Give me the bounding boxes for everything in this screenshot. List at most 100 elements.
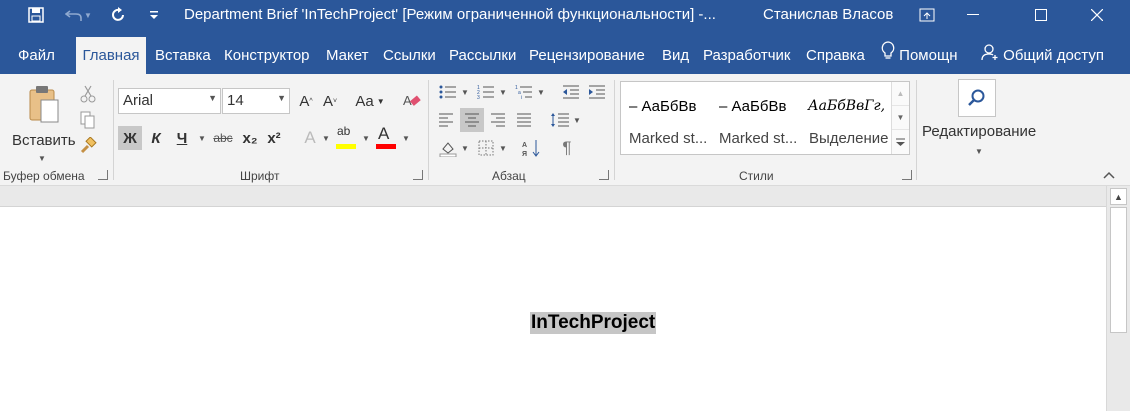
gallery-more-icon[interactable] (892, 130, 909, 154)
editing-label[interactable]: Редактирование (922, 123, 1036, 140)
lightbulb-icon (881, 38, 895, 75)
gallery-down-icon[interactable]: ▼ (892, 106, 909, 130)
styles-group-label: Стили (739, 169, 774, 183)
multilevel-list-icon[interactable]: 1ai (512, 80, 536, 104)
close-icon[interactable] (1074, 0, 1120, 30)
customize-qat-icon[interactable] (140, 0, 168, 30)
text-effects-button[interactable]: A (298, 126, 322, 150)
line-spacing-dropdown-icon[interactable]: ▼ (573, 116, 581, 125)
numbering-dropdown-icon[interactable]: ▼ (499, 88, 507, 97)
style-item[interactable]: – АаБбВв Marked st... (621, 82, 709, 154)
maximize-icon[interactable] (1018, 0, 1064, 30)
style-name: Marked st... (719, 130, 798, 147)
ribbon-tabs: Файл Главная Вставка Конструктор Макет С… (0, 32, 1130, 74)
align-left-icon[interactable] (434, 108, 458, 132)
copy-icon[interactable] (76, 108, 100, 132)
underline-dropdown-icon[interactable]: ▼ (198, 134, 206, 143)
italic-button[interactable]: К (144, 126, 168, 150)
scroll-thumb[interactable] (1110, 207, 1127, 333)
gallery-scrollbar: ▲ ▼ (891, 82, 909, 154)
share-label: Общий доступ (1003, 47, 1104, 64)
clipboard-group-label: Буфер обмена (3, 169, 85, 183)
styles-launcher-icon[interactable] (902, 170, 912, 180)
font-color-dropdown-icon[interactable]: ▼ (402, 134, 410, 143)
tab-insert[interactable]: Вставка (155, 37, 211, 74)
gallery-up-icon[interactable]: ▲ (892, 82, 909, 106)
style-name: Выделение (809, 130, 889, 147)
font-name-value: Arial (123, 92, 154, 109)
tab-review[interactable]: Рецензирование (529, 37, 645, 74)
text-effects-dropdown-icon[interactable]: ▼ (322, 134, 330, 143)
bullets-dropdown-icon[interactable]: ▼ (461, 88, 469, 97)
line-spacing-icon[interactable] (548, 108, 572, 132)
paste-button[interactable]: Вставить ▼ (8, 80, 76, 166)
paragraph-launcher-icon[interactable] (599, 170, 609, 180)
change-case-button[interactable]: Aa ▼ (352, 89, 388, 113)
style-item[interactable]: АаБбВвГг, Выделение (801, 82, 889, 154)
tab-home[interactable]: Главная (76, 37, 146, 74)
font-name-combo[interactable]: Arial ▼ (118, 88, 221, 114)
undo-dropdown-icon[interactable]: ▼ (80, 0, 96, 30)
svg-text:Я: Я (522, 151, 527, 157)
highlight-dropdown-icon[interactable]: ▼ (362, 134, 370, 143)
find-icon[interactable] (958, 79, 996, 117)
format-painter-icon[interactable] (76, 134, 100, 158)
decrease-indent-icon[interactable] (559, 80, 583, 104)
tab-tell-me[interactable]: Помощн (881, 37, 958, 74)
document-heading[interactable]: InTechProject (530, 312, 657, 334)
minimize-icon[interactable] (950, 0, 996, 30)
font-launcher-icon[interactable] (413, 170, 423, 180)
document-page[interactable]: InTechProject (0, 207, 1106, 411)
align-right-icon[interactable] (486, 108, 510, 132)
align-center-icon[interactable] (460, 108, 484, 132)
multilevel-dropdown-icon[interactable]: ▼ (537, 88, 545, 97)
tab-developer[interactable]: Разработчик (703, 37, 790, 74)
font-group-label: Шрифт (240, 169, 280, 183)
redo-icon[interactable] (104, 0, 132, 30)
ribbon-display-options-icon[interactable] (904, 0, 950, 30)
style-sample: – АаБбВв (629, 98, 697, 115)
bold-button[interactable]: Ж (118, 126, 142, 150)
share-button[interactable]: Общий доступ (981, 37, 1104, 74)
tab-references[interactable]: Ссылки (383, 37, 436, 74)
bullets-icon[interactable] (436, 80, 460, 104)
user-name[interactable]: Станислав Власов (763, 6, 893, 23)
tab-view[interactable]: Вид (662, 37, 689, 74)
underline-button[interactable]: Ч (170, 126, 194, 150)
clipboard-launcher-icon[interactable] (98, 170, 108, 180)
style-name: Marked st... (629, 130, 708, 147)
vertical-scrollbar[interactable]: ▲ (1106, 186, 1130, 411)
font-color-button[interactable]: A (374, 124, 398, 152)
strikethrough-button[interactable]: abc (210, 126, 236, 150)
increase-indent-icon[interactable] (585, 80, 609, 104)
borders-dropdown-icon[interactable]: ▼ (499, 144, 507, 153)
numbering-icon[interactable]: 123 (474, 80, 498, 104)
styles-gallery: – АаБбВв Marked st... – АаБбВв Marked st… (620, 81, 910, 155)
show-marks-button[interactable]: ¶ (555, 136, 579, 160)
tab-help[interactable]: Справка (806, 37, 865, 74)
tab-design[interactable]: Конструктор (224, 37, 310, 74)
grow-font-button[interactable]: A ^ (294, 89, 318, 113)
tab-mailings[interactable]: Рассылки (449, 37, 516, 74)
font-size-combo[interactable]: 14 ▼ (222, 88, 290, 114)
collapse-ribbon-icon[interactable] (1102, 167, 1118, 181)
editing-dropdown-icon[interactable]: ▼ (975, 147, 983, 156)
style-item[interactable]: – АаБбВв Marked st... (711, 82, 799, 154)
borders-icon[interactable] (474, 136, 498, 160)
shrink-font-button[interactable]: A ˅ (318, 89, 342, 113)
paragraph-group-label: Абзац (492, 169, 526, 183)
highlight-button[interactable]: ab (334, 124, 358, 152)
tab-file[interactable]: Файл (18, 37, 55, 74)
subscript-button[interactable]: x₂ (238, 126, 262, 150)
shrink-font-icon: A (322, 92, 333, 110)
shading-icon[interactable] (436, 136, 460, 160)
superscript-button[interactable]: x² (262, 126, 286, 150)
cut-icon[interactable] (76, 82, 100, 106)
justify-icon[interactable] (512, 108, 536, 132)
scroll-up-icon[interactable]: ▲ (1110, 188, 1127, 205)
shading-dropdown-icon[interactable]: ▼ (461, 144, 469, 153)
sort-icon[interactable]: AЯ (520, 136, 544, 160)
clear-formatting-icon[interactable]: A (400, 89, 424, 113)
save-icon[interactable] (22, 0, 50, 30)
tab-layout[interactable]: Макет (326, 37, 368, 74)
